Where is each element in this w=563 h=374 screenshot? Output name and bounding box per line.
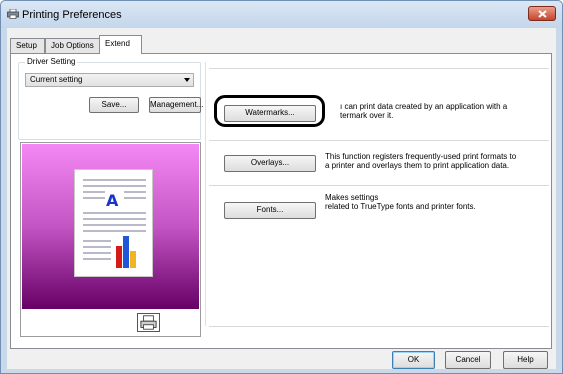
preview-frame: A	[20, 142, 201, 337]
section-divider	[209, 68, 549, 69]
fonts-button[interactable]: Fonts...	[224, 202, 316, 219]
dialog-client-area: Setup Job Options Extend Driver Setting …	[7, 28, 556, 369]
window-title: Printing Preferences	[22, 9, 122, 21]
driver-setting-group: Driver Setting Current setting Save... M…	[18, 57, 203, 140]
ok-button[interactable]: OK	[392, 351, 435, 369]
preview-letter: A	[106, 191, 119, 210]
fonts-description-line1: Makes settings	[325, 193, 379, 202]
help-button[interactable]: Help	[503, 351, 548, 369]
cancel-button[interactable]: Cancel	[445, 351, 491, 369]
save-button[interactable]: Save...	[89, 97, 139, 113]
close-icon	[538, 10, 547, 18]
watermarks-description: ı can print data created by an applicati…	[340, 102, 507, 120]
chart-bar-yellow	[130, 251, 136, 268]
overlays-button[interactable]: Overlays...	[224, 155, 316, 172]
watermarks-description-line2: termark over it.	[340, 111, 394, 120]
overlays-description: This function registers frequently-used …	[325, 152, 516, 170]
driver-setting-select[interactable]: Current setting	[25, 73, 194, 87]
tab-setup-label: Setup	[16, 41, 37, 50]
chart-bar-red	[116, 246, 122, 268]
tab-job-options[interactable]: Job Options	[45, 38, 100, 53]
section-divider	[209, 326, 549, 327]
printer-icon	[7, 9, 19, 19]
vertical-divider	[205, 62, 206, 326]
fonts-description: Makes settings related to TrueType fonts…	[325, 193, 476, 211]
overlays-description-line2: a printer and overlays them to print app…	[325, 161, 510, 170]
section-divider	[209, 185, 549, 186]
tab-extend[interactable]: Extend	[99, 35, 142, 54]
tab-setup[interactable]: Setup	[10, 38, 45, 53]
overlays-description-line1: This function registers frequently-used …	[325, 152, 517, 161]
close-button[interactable]	[528, 6, 556, 21]
management-button[interactable]: Management...	[149, 97, 203, 113]
watermarks-button[interactable]: Watermarks...	[224, 105, 316, 122]
title-bar[interactable]: Printing Preferences	[1, 1, 562, 28]
chevron-down-icon	[184, 78, 190, 82]
printing-preferences-window: Printing Preferences Setup Job Options E…	[0, 0, 563, 374]
tab-job-options-label: Job Options	[51, 41, 94, 50]
printer-small-icon	[137, 313, 160, 332]
driver-setting-label: Driver Setting	[25, 57, 78, 66]
tab-extend-label: Extend	[105, 39, 130, 48]
chart-bar-blue	[123, 236, 129, 268]
driver-setting-selected-value: Current setting	[30, 75, 83, 84]
fonts-description-line2: related to TrueType fonts and printer fo…	[325, 202, 476, 211]
preview-paper: A	[74, 169, 153, 277]
watermarks-description-line1: ı can print data created by an applicati…	[340, 102, 508, 111]
section-divider	[209, 140, 549, 141]
extend-tab-panel: Driver Setting Current setting Save... M…	[10, 53, 552, 349]
preview-background: A	[22, 144, 199, 309]
